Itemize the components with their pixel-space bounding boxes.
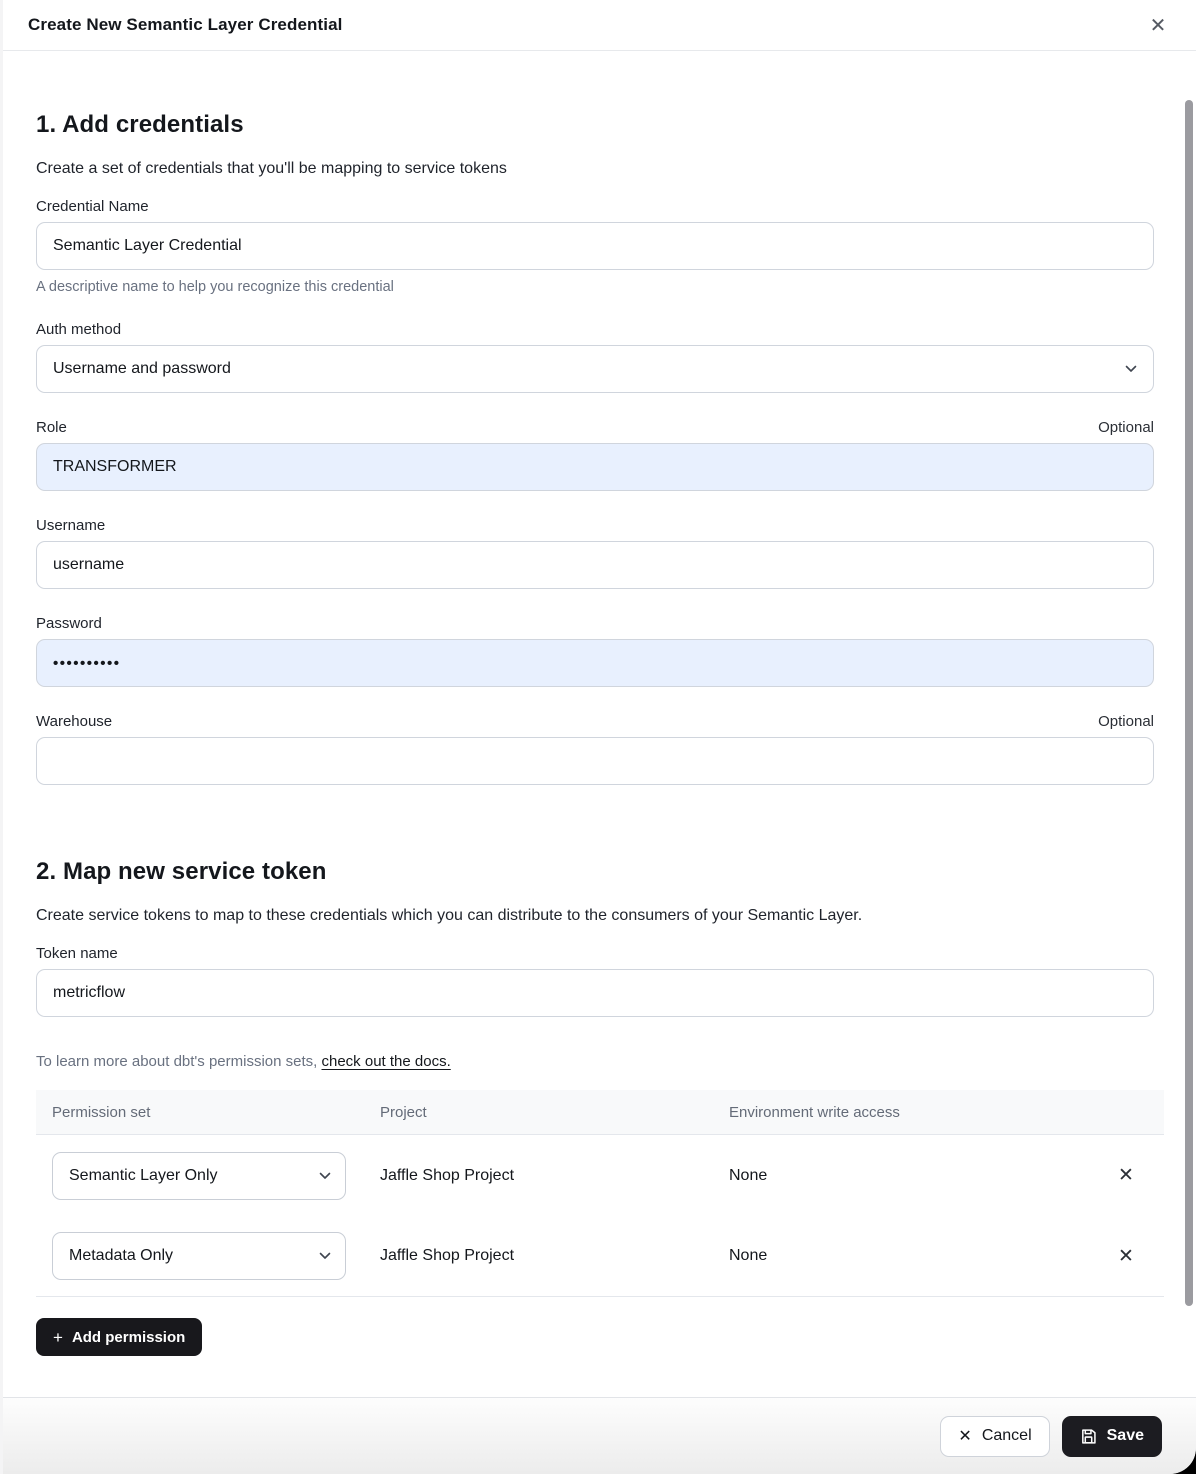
token-name-input[interactable] bbox=[36, 969, 1154, 1017]
auth-method-field-group: Auth method Username and password bbox=[36, 321, 1154, 393]
close-button[interactable]: ✕ bbox=[1142, 9, 1174, 41]
warehouse-input[interactable] bbox=[36, 737, 1154, 785]
warehouse-field-group: Warehouse Optional bbox=[36, 713, 1154, 785]
close-icon: ✕ bbox=[1150, 13, 1167, 38]
modal-body: 1. Add credentials Create a set of crede… bbox=[3, 51, 1196, 1356]
cancel-x-icon: ✕ bbox=[958, 1426, 971, 1446]
cancel-label: Cancel bbox=[982, 1427, 1032, 1445]
warehouse-label: Warehouse bbox=[36, 713, 112, 730]
save-button[interactable]: Save bbox=[1062, 1416, 1162, 1457]
scrollbar[interactable] bbox=[1185, 100, 1193, 1306]
password-input[interactable] bbox=[36, 639, 1154, 687]
auth-method-selected-value: Username and password bbox=[53, 360, 231, 378]
chevron-down-icon bbox=[1125, 365, 1137, 373]
modal-header: Create New Semantic Layer Credential ✕ bbox=[3, 0, 1196, 51]
role-input[interactable] bbox=[36, 443, 1154, 491]
credential-name-helper: A descriptive name to help you recognize… bbox=[36, 279, 1154, 295]
password-label: Password bbox=[36, 615, 102, 632]
remove-row-button[interactable]: ✕ bbox=[1108, 1158, 1144, 1194]
save-label: Save bbox=[1107, 1427, 1144, 1445]
credential-name-label: Credential Name bbox=[36, 198, 149, 215]
warehouse-optional-tag: Optional bbox=[1098, 713, 1154, 730]
column-header-env-write-access: Environment write access bbox=[729, 1104, 1108, 1121]
permission-set-select[interactable]: Metadata Only bbox=[52, 1232, 346, 1280]
chevron-down-icon bbox=[319, 1252, 331, 1260]
username-field-group: Username bbox=[36, 517, 1154, 589]
env-write-access-cell: None bbox=[729, 1247, 1108, 1265]
plus-icon: + bbox=[53, 1329, 63, 1346]
token-name-label: Token name bbox=[36, 945, 118, 962]
column-header-permission-set: Permission set bbox=[52, 1104, 380, 1121]
permissions-table-header: Permission set Project Environment write… bbox=[36, 1090, 1164, 1135]
add-permission-button[interactable]: + Add permission bbox=[36, 1318, 202, 1356]
auth-method-select[interactable]: Username and password bbox=[36, 345, 1154, 393]
role-label: Role bbox=[36, 419, 67, 436]
section2-description: Create service tokens to map to these cr… bbox=[36, 907, 1154, 925]
section1-heading: 1. Add credentials bbox=[36, 111, 1154, 139]
cancel-button[interactable]: ✕ Cancel bbox=[940, 1416, 1049, 1457]
auth-method-label: Auth method bbox=[36, 321, 121, 338]
table-row: Metadata Only Jaffle Shop Project None ✕ bbox=[36, 1216, 1164, 1297]
remove-row-button[interactable]: ✕ bbox=[1108, 1238, 1144, 1274]
permission-set-selected-value: Metadata Only bbox=[69, 1247, 173, 1265]
permission-set-selected-value: Semantic Layer Only bbox=[69, 1167, 218, 1185]
modal-title: Create New Semantic Layer Credential bbox=[28, 15, 342, 35]
x-icon: ✕ bbox=[1118, 1245, 1134, 1268]
docs-link[interactable]: check out the docs. bbox=[322, 1053, 451, 1070]
docs-line-text: To learn more about dbt's permission set… bbox=[36, 1053, 322, 1070]
project-cell: Jaffle Shop Project bbox=[380, 1167, 729, 1185]
env-write-access-cell: None bbox=[729, 1167, 1108, 1185]
column-header-project: Project bbox=[380, 1104, 729, 1121]
save-floppy-icon bbox=[1080, 1428, 1097, 1445]
password-field-group: Password bbox=[36, 615, 1154, 687]
role-optional-tag: Optional bbox=[1098, 419, 1154, 436]
credential-name-field-group: Credential Name A descriptive name to he… bbox=[36, 198, 1154, 295]
credential-name-input[interactable] bbox=[36, 222, 1154, 270]
modal-footer: ✕ Cancel Save bbox=[3, 1397, 1196, 1474]
permission-set-select[interactable]: Semantic Layer Only bbox=[52, 1152, 346, 1200]
chevron-down-icon bbox=[319, 1172, 331, 1180]
section2-heading: 2. Map new service token bbox=[36, 858, 1154, 886]
username-input[interactable] bbox=[36, 541, 1154, 589]
docs-line: To learn more about dbt's permission set… bbox=[36, 1053, 1154, 1070]
username-label: Username bbox=[36, 517, 105, 534]
role-field-group: Role Optional bbox=[36, 419, 1154, 491]
project-cell: Jaffle Shop Project bbox=[380, 1247, 729, 1265]
section1-description: Create a set of credentials that you'll … bbox=[36, 160, 1154, 178]
table-row: Semantic Layer Only Jaffle Shop Project … bbox=[36, 1135, 1164, 1216]
add-permission-label: Add permission bbox=[72, 1329, 185, 1346]
permissions-table: Permission set Project Environment write… bbox=[36, 1090, 1164, 1297]
token-name-field-group: Token name bbox=[36, 945, 1154, 1017]
create-credential-modal: Create New Semantic Layer Credential ✕ 1… bbox=[0, 0, 1196, 1474]
x-icon: ✕ bbox=[1118, 1164, 1134, 1187]
